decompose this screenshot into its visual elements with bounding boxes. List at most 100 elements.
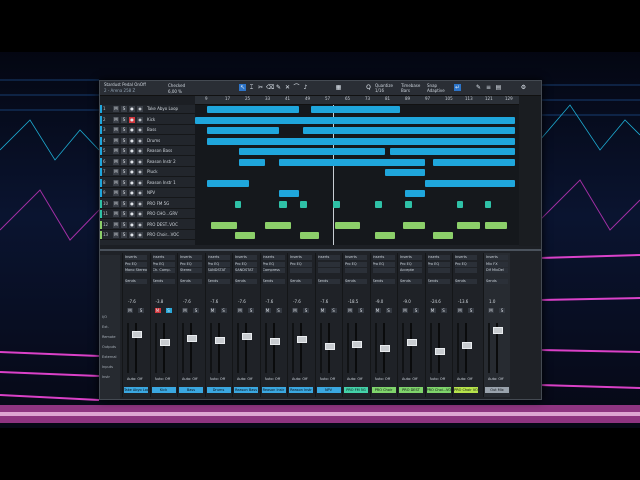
insert-slot[interactable]: Pro EQ — [427, 262, 450, 267]
monitor-button[interactable]: ◉ — [137, 137, 143, 144]
solo-button[interactable]: S — [248, 308, 254, 313]
volume-fader[interactable] — [324, 343, 335, 350]
solo-button[interactable]: S — [275, 308, 282, 313]
monitor-button[interactable]: ◉ — [137, 116, 143, 123]
mute-button[interactable]: M — [113, 200, 119, 207]
event-clip[interactable] — [405, 190, 425, 197]
mixer-nav-item[interactable]: Ext. — [102, 325, 119, 329]
inserts-header[interactable]: Inserts — [152, 255, 175, 260]
event-clip[interactable] — [403, 221, 425, 229]
track-row[interactable]: 1 M S ● ◉ Take Abyo Loop — [100, 105, 195, 114]
snap-toggle-icon[interactable]: ↵ — [454, 84, 461, 91]
solo-button[interactable]: S — [330, 308, 337, 313]
channel-name[interactable]: Take Abyo Loop — [124, 387, 148, 393]
mixer-nav-item[interactable]: Outputs — [102, 345, 119, 349]
volume-readout[interactable]: -7.6 — [293, 299, 301, 304]
paint-tool-icon[interactable]: ✎ — [275, 84, 282, 91]
volume-readout[interactable]: -3.8 — [156, 299, 164, 304]
solo-button[interactable]: S — [121, 148, 127, 154]
insert-slot[interactable] — [345, 268, 367, 273]
insert-slot[interactable]: Pro EQ — [290, 262, 312, 267]
inserts-header[interactable]: Inserts — [455, 255, 477, 260]
insert-slot[interactable]: Accepte — [400, 268, 422, 273]
automation-mode[interactable]: Auto: Off — [210, 377, 230, 382]
record-button[interactable]: ● — [129, 232, 135, 238]
track-row[interactable]: 4 M S ● ◉ Drums — [100, 136, 195, 146]
grid-icon[interactable]: ▦ — [335, 84, 342, 91]
event-clip[interactable] — [239, 158, 265, 166]
inserts-header[interactable]: Inserts — [262, 255, 285, 260]
mute-button[interactable]: M — [319, 308, 326, 313]
volume-readout[interactable]: 1.0 — [489, 299, 495, 304]
split-tool-icon[interactable]: ✂ — [257, 84, 264, 91]
event-clip[interactable] — [433, 158, 515, 166]
inserts-header[interactable]: Inserts — [372, 255, 395, 260]
record-button[interactable]: ● — [129, 221, 135, 228]
timebase-value[interactable]: Bars — [401, 88, 425, 93]
solo-button[interactable]: S — [121, 200, 127, 207]
volume-fader[interactable] — [269, 338, 280, 345]
insert-slot[interactable]: SANDSTAT — [235, 268, 257, 273]
insert-slot[interactable]: Pro EQ — [152, 262, 175, 267]
automation-mode[interactable]: Auto: Off — [488, 377, 508, 382]
mute-button[interactable]: M — [209, 308, 216, 313]
event-clip[interactable] — [195, 116, 515, 124]
solo-button[interactable]: S — [121, 169, 127, 175]
volume-readout[interactable]: -7.6 — [321, 299, 329, 304]
mute-button[interactable]: M — [182, 308, 188, 313]
quantize-icon[interactable]: Q — [365, 84, 372, 91]
event-clip[interactable] — [300, 200, 307, 208]
mute-button[interactable]: M — [264, 308, 271, 313]
listen-tool-icon[interactable]: ♪ — [302, 84, 309, 91]
event-clip[interactable] — [265, 221, 291, 229]
event-clip[interactable] — [211, 221, 237, 229]
mute-button[interactable]: M — [402, 308, 408, 313]
track-name[interactable]: Reason Instr 1 — [147, 180, 187, 185]
event-clip[interactable] — [300, 232, 319, 239]
track-name[interactable]: Kick — [147, 117, 187, 122]
volume-readout[interactable]: -24.6 — [431, 299, 441, 304]
channel-name[interactable]: PRO Choir — [371, 387, 396, 393]
inserts-header[interactable]: Inserts — [486, 255, 508, 260]
mute-button[interactable]: M — [113, 106, 119, 112]
inserts-header[interactable]: Inserts — [207, 255, 230, 260]
volume-fader[interactable] — [462, 342, 472, 349]
record-button[interactable]: ● — [129, 137, 135, 144]
event-clip[interactable] — [485, 221, 507, 229]
sends-header[interactable]: Sends — [486, 279, 508, 284]
sends-header[interactable]: Sends — [235, 279, 257, 284]
solo-button[interactable]: S — [121, 116, 127, 123]
volume-readout[interactable]: -7.6 — [238, 299, 246, 304]
sends-header[interactable]: Sends — [152, 279, 175, 284]
sends-header[interactable]: Sends — [427, 279, 450, 284]
event-clip[interactable] — [279, 190, 299, 197]
solo-button[interactable]: S — [193, 308, 199, 313]
inserts-header[interactable]: Inserts — [235, 255, 257, 260]
automation-mode[interactable]: Auto: Off — [292, 377, 312, 382]
volume-fader[interactable] — [159, 339, 170, 346]
event-clip[interactable] — [235, 232, 255, 239]
insert-slot[interactable] — [317, 262, 340, 267]
automation-mode[interactable]: Auto: Off — [265, 377, 285, 382]
track-name[interactable]: PRO DEST..VOC — [147, 222, 187, 227]
settings-icon[interactable]: ⚙ — [520, 84, 527, 91]
monitor-button[interactable]: ◉ — [137, 169, 143, 175]
event-clip[interactable] — [405, 200, 412, 208]
event-clip[interactable] — [485, 200, 491, 208]
solo-button[interactable]: S — [499, 308, 505, 313]
automation-mode[interactable]: Auto: Off — [237, 377, 257, 382]
inserts-header[interactable]: Inserts — [290, 255, 312, 260]
insert-slot[interactable]: Pro EQ — [235, 262, 257, 267]
inserts-header[interactable]: Inserts — [180, 255, 202, 260]
timeline-ruler[interactable]: 9 17 25 33 41 49 57 65 73 81 89 97 105 1… — [195, 96, 519, 105]
track-row[interactable]: 13 M S ● ◉ PRO Choir...VOC — [100, 231, 195, 240]
solo-button[interactable]: S — [165, 308, 172, 313]
mute-button[interactable]: M — [113, 116, 119, 123]
event-clip[interactable] — [207, 179, 249, 187]
range-tool-icon[interactable]: ⌶ — [248, 84, 255, 91]
record-button[interactable]: ● — [129, 148, 135, 154]
volume-readout[interactable]: -7.6 — [211, 299, 219, 304]
track-name[interactable]: PRO Choir...VOC — [147, 232, 187, 237]
eraser-tool-icon[interactable]: ⌫ — [266, 84, 274, 91]
arrow-tool-icon[interactable]: ↖ — [239, 84, 246, 91]
